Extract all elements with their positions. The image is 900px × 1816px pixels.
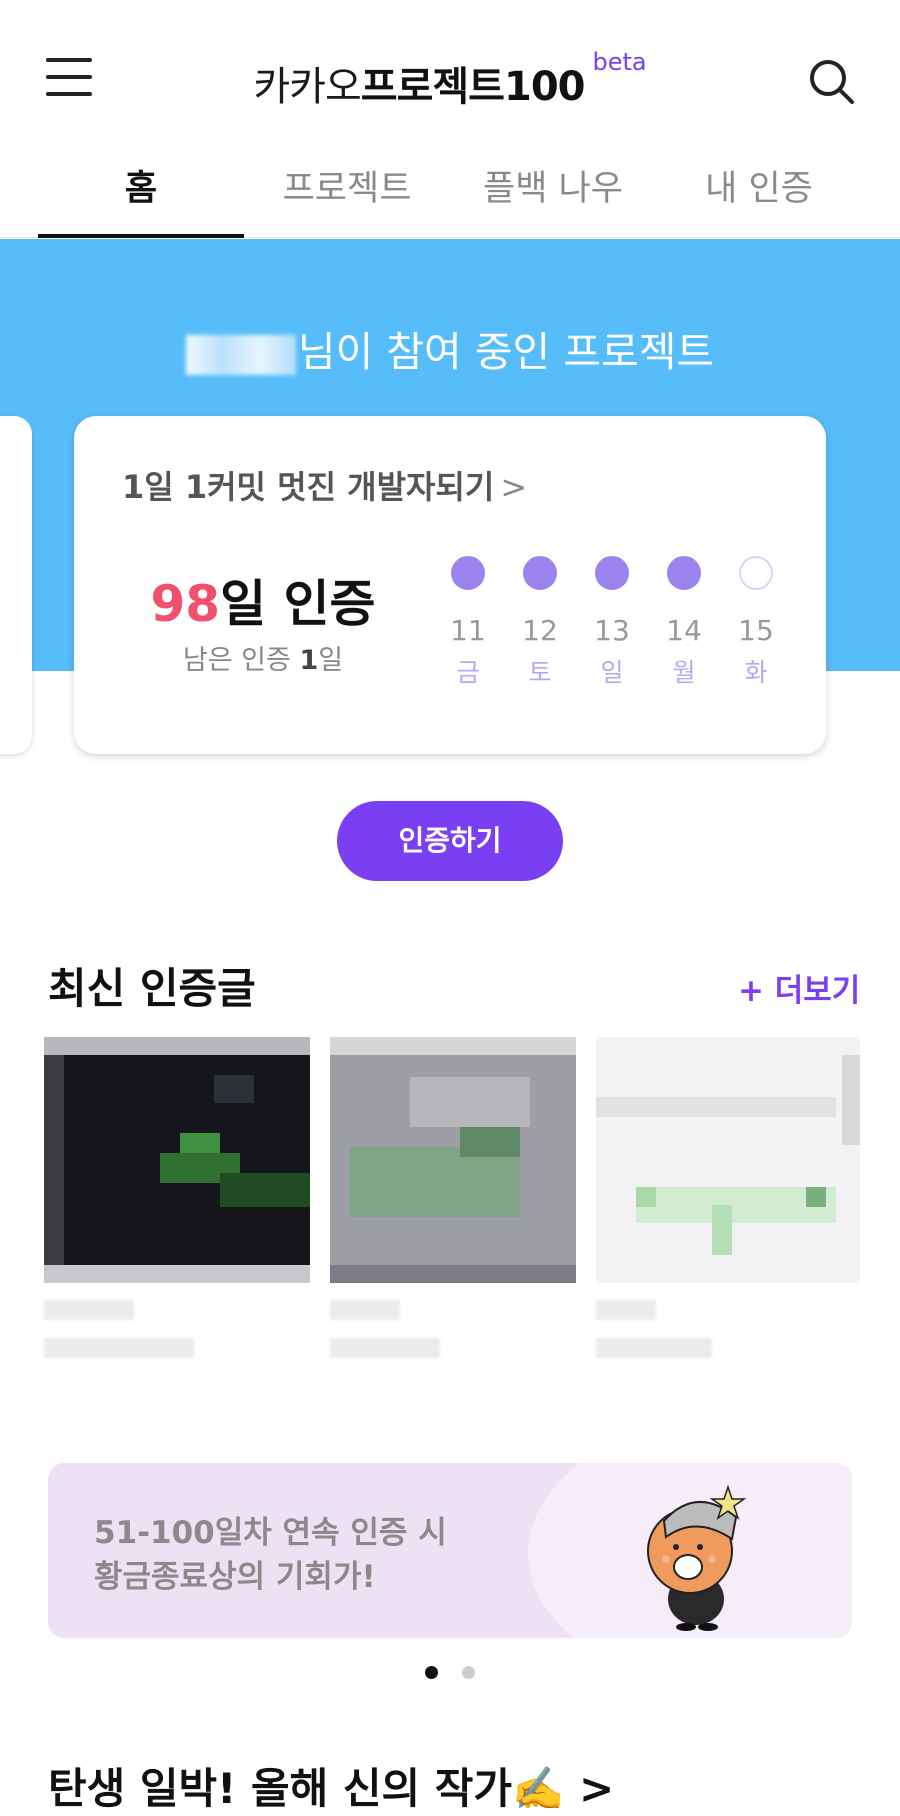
calendar-weekday: 일	[600, 658, 624, 687]
calendar-day: 15 화	[720, 556, 792, 689]
calendar-weekday: 월	[672, 658, 696, 687]
logo-beta-badge: beta	[592, 48, 647, 76]
calendar-day: 14 월	[648, 556, 720, 689]
calendar-date: 14	[666, 614, 702, 647]
mascot-character-icon	[636, 1481, 756, 1631]
verify-button[interactable]: 인증하기	[337, 801, 563, 881]
pagination-dot[interactable]	[462, 1666, 475, 1679]
latest-post-thumbnail[interactable]	[596, 1037, 860, 1283]
calendar-day: 13 일	[576, 556, 648, 689]
remaining-unit: 일	[318, 645, 344, 676]
verified-dot	[523, 556, 557, 590]
remaining-label: 남은 인증	[182, 645, 300, 676]
promo-banner[interactable]: 51-100일차 연속 인증 시 황금종료상의 기회가!	[48, 1463, 852, 1638]
remaining-count: 1	[299, 645, 319, 676]
blurred-username	[185, 335, 296, 375]
project-title: 1일 1커밋 멋진 개발자되기	[122, 468, 495, 506]
tab-projects[interactable]: 프로젝트	[244, 150, 450, 237]
calendar-date: 15	[738, 614, 774, 647]
hero-title: 님이 참여 중인 프로젝트	[0, 318, 900, 378]
tab-plback-now[interactable]: 플백 나우	[450, 150, 656, 237]
search-icon[interactable]	[806, 56, 858, 108]
pending-dot	[739, 556, 773, 590]
latest-post-caption[interactable]	[44, 1300, 200, 1380]
app-header: 카카오프로젝트100beta	[0, 0, 900, 150]
banner-line-2: 황금종료상의 기회가!	[94, 1559, 376, 1595]
calendar-weekday: 화	[744, 658, 768, 687]
pagination-dot-active[interactable]	[425, 1666, 438, 1679]
tab-home[interactable]: 홈	[38, 150, 244, 238]
latest-section-title: 최신 인증글	[48, 964, 256, 1013]
see-more-link[interactable]: + 더보기	[738, 965, 860, 1010]
latest-post-caption[interactable]	[330, 1300, 486, 1380]
latest-post-thumbnail[interactable]	[44, 1037, 310, 1283]
logo-kakao: 카카오	[253, 64, 361, 110]
verified-dot	[595, 556, 629, 590]
logo-project100: 프로젝트100	[360, 64, 586, 110]
project-title-link[interactable]: 1일 1커밋 멋진 개발자되기 >	[122, 462, 527, 508]
app-logo[interactable]: 카카오프로젝트100beta	[0, 48, 900, 112]
calendar-date: 12	[522, 614, 558, 647]
verified-days: 98일 인증	[148, 564, 378, 636]
calendar-date: 11	[450, 614, 486, 647]
calendar-weekday: 토	[528, 658, 552, 687]
verified-dot	[451, 556, 485, 590]
calendar-weekday: 금	[456, 658, 480, 687]
latest-post-thumbnail[interactable]	[330, 1037, 576, 1283]
latest-post-caption[interactable]	[596, 1300, 752, 1380]
weekly-calendar: 11 금 12 토 13 일 14 월 15 화	[432, 556, 792, 689]
verified-days-count: 98	[150, 575, 221, 633]
main-tabs: 홈 프로젝트 플백 나우 내 인증	[0, 150, 900, 238]
remaining-days: 남은 인증 1일	[148, 638, 378, 677]
banner-pagination	[0, 1664, 900, 1683]
calendar-day: 12 토	[504, 556, 576, 689]
verified-dot	[667, 556, 701, 590]
banner-line-1: 51-100일차 연속 인증 시	[94, 1515, 447, 1551]
calendar-date: 13	[594, 614, 630, 647]
banner-text: 51-100일차 연속 인증 시 황금종료상의 기회가!	[94, 1511, 447, 1599]
project-card[interactable]: 1일 1커밋 멋진 개발자되기 > 98일 인증 남은 인증 1일 11 금 12…	[74, 416, 826, 754]
next-section-title[interactable]: 탄생 일박! 올해 신의 작가✍️ >	[48, 1755, 614, 1816]
tab-my-verification[interactable]: 내 인증	[656, 150, 862, 237]
previous-project-card[interactable]	[0, 416, 32, 754]
chevron-right-icon: >	[500, 468, 528, 506]
verified-days-label: 일 인증	[220, 575, 376, 633]
hero-title-text: 님이 참여 중인 프로젝트	[297, 328, 715, 376]
calendar-day: 11 금	[432, 556, 504, 689]
